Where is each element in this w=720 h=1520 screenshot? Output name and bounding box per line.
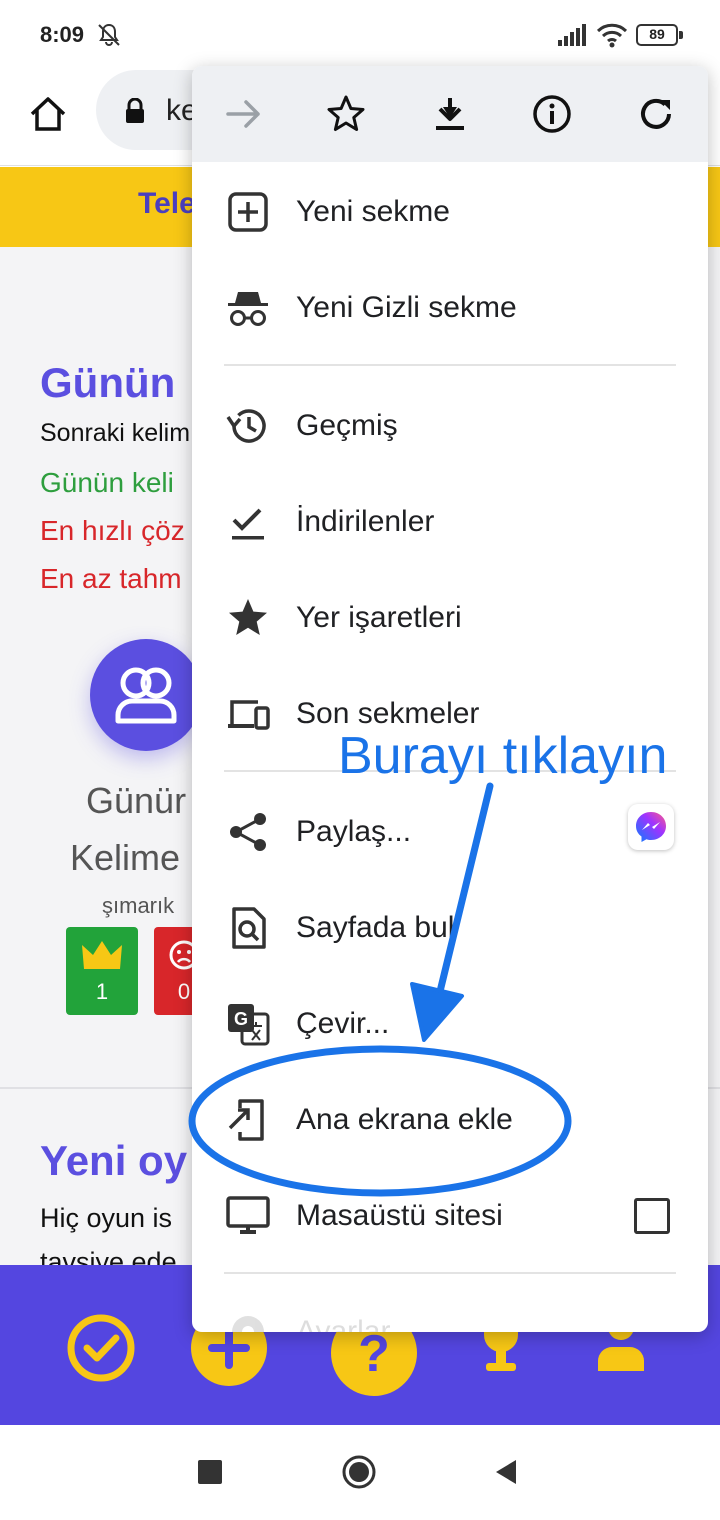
info-line-red: En az tahm <box>40 563 182 594</box>
menu-item-label: Yeni sekme <box>296 195 450 228</box>
menu-item-label: Yer işaretleri <box>296 601 462 634</box>
dnd-bell-icon <box>98 23 120 46</box>
find-in-page-icon <box>232 907 266 949</box>
svg-text:G: G <box>234 1009 248 1029</box>
desktop-icon <box>226 1196 270 1234</box>
incognito-icon <box>228 292 268 326</box>
menu-item-label: İndirilenler <box>296 505 435 538</box>
check-circle-icon[interactable] <box>66 1313 136 1383</box>
menu-item-label: Paylaş... <box>296 815 412 848</box>
menu-top-icons-row <box>192 66 708 162</box>
menu-item-label: Masaüstü sitesi <box>296 1199 503 1232</box>
menu-item-find-in-page[interactable]: Sayfada bul <box>192 880 708 976</box>
menu-item-label: Çevir... <box>296 1007 390 1040</box>
info-icon[interactable] <box>532 94 572 134</box>
status-time: 8:09 <box>40 22 85 47</box>
bookmark-star-icon <box>229 599 267 635</box>
desktop-site-checkbox[interactable] <box>634 1198 670 1234</box>
menu-item-share[interactable]: Paylaş... <box>192 784 708 880</box>
menu-item-translate[interactable]: G Çevir... <box>192 976 708 1072</box>
win-count: 1 <box>95 979 109 1004</box>
downloads-check-icon <box>232 508 264 540</box>
menu-item-add-to-home-screen[interactable]: Ana ekrana ekle <box>192 1072 708 1168</box>
menu-item-label: Ayarlar <box>296 1315 391 1332</box>
users-avatar <box>90 639 202 751</box>
battery-indicator: 89 <box>636 24 683 46</box>
menu-item-bookmarks[interactable]: Yer işaretleri <box>192 570 708 666</box>
svg-text:?: ? <box>358 1325 390 1383</box>
info-line-green: Günün keli <box>40 467 174 498</box>
section-title: Yeni oy <box>40 1137 188 1184</box>
recent-apps-icon[interactable] <box>198 1460 222 1484</box>
back-triangle-icon[interactable] <box>494 1459 518 1485</box>
menu-item-history[interactable]: Geçmiş <box>192 378 708 474</box>
share-icon <box>230 813 266 851</box>
menu-item-label: Geçmiş <box>296 409 398 442</box>
word-label: Günür <box>86 780 187 821</box>
crown-icon <box>82 941 122 969</box>
system-nav-bar <box>0 1425 720 1520</box>
word-label: Kelime <box>70 837 181 878</box>
messenger-share-button[interactable] <box>628 804 674 850</box>
menu-separator <box>224 364 676 366</box>
new-tab-icon <box>228 192 268 232</box>
home-icon[interactable] <box>26 92 70 136</box>
info-line-red: En hızlı çöz <box>40 515 185 546</box>
lock-icon <box>126 98 144 123</box>
download-icon[interactable] <box>430 94 470 134</box>
menu-separator <box>224 1272 676 1274</box>
devices-icon <box>228 700 270 730</box>
signal-icon <box>558 24 586 46</box>
word-small: şımarık <box>102 893 175 918</box>
menu-item-incognito[interactable]: Yeni Gizli sekme <box>192 260 708 356</box>
menu-item-desktop-site[interactable]: Masaüstü sitesi <box>192 1168 708 1264</box>
users-icon <box>115 667 177 724</box>
menu-item-label: Ana ekrana ekle <box>296 1103 513 1136</box>
win-badge: 1 <box>66 927 138 1015</box>
translate-icon: G <box>228 1004 270 1046</box>
star-icon[interactable] <box>326 94 366 134</box>
messenger-icon <box>636 812 666 842</box>
menu-item-label: Yeni Gizli sekme <box>296 291 517 324</box>
banner-text: Tele <box>138 187 196 220</box>
page-title: Günün <box>40 359 176 406</box>
annotation-instruction-text: Burayı tıklayın <box>338 727 668 785</box>
history-icon <box>226 409 266 443</box>
forward-arrow-icon[interactable] <box>224 94 264 134</box>
menu-item-new-tab[interactable]: Yeni sekme <box>192 164 708 260</box>
add-to-home-icon <box>228 1099 264 1141</box>
wifi-icon <box>596 23 628 48</box>
menu-item-settings[interactable]: Ayarlar <box>192 1284 708 1332</box>
home-circle-icon[interactable] <box>341 1454 377 1490</box>
browser-overflow-menu: Yeni sekme Yeni Gizli sekme Geçmiş İndir… <box>192 66 708 1332</box>
refresh-icon[interactable] <box>636 94 676 134</box>
info-line: Sonraki kelim <box>40 419 191 447</box>
section-text: Hiç oyun is <box>40 1203 173 1233</box>
status-bar: 8:09 89 <box>0 0 720 70</box>
settings-icon <box>232 1316 264 1332</box>
menu-item-label: Sayfada bul <box>296 911 455 944</box>
menu-item-downloads[interactable]: İndirilenler <box>192 474 708 570</box>
